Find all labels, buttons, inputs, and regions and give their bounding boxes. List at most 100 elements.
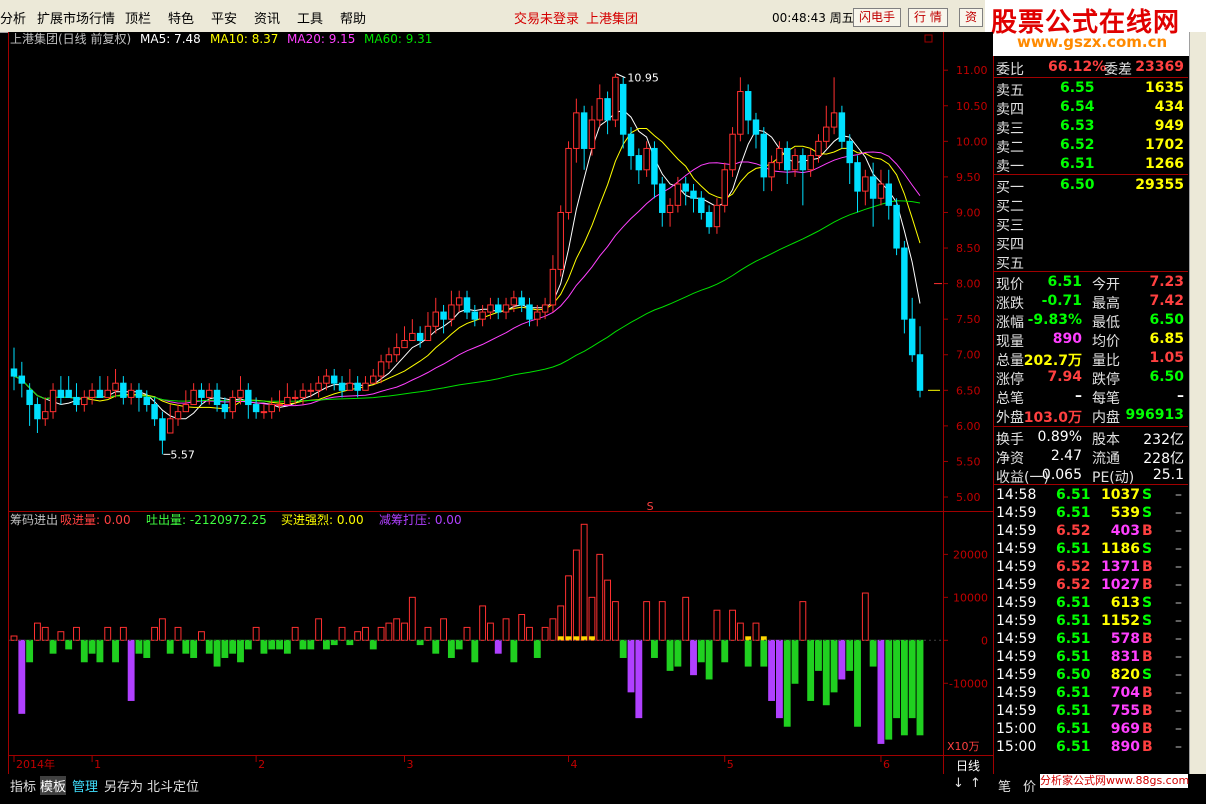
volume-bar[interactable] [666,639,674,671]
volume-bar[interactable] [760,639,768,667]
volume-bar[interactable] [705,639,713,680]
candle[interactable] [893,198,900,256]
volume-bar[interactable] [854,639,861,727]
menu-features[interactable]: 特色 [168,8,194,27]
volume-bar[interactable] [213,639,221,667]
volume-bar[interactable] [721,639,729,663]
volume-bar[interactable] [494,639,502,654]
tab-price[interactable]: 价 [1023,776,1036,795]
tab-save-as[interactable]: 另存为 [104,776,143,795]
volume-bar[interactable] [838,639,846,680]
volume-bar[interactable] [900,639,908,736]
volume-bar[interactable] [369,639,377,650]
candle[interactable] [901,240,908,334]
volume-bar[interactable] [260,639,268,654]
volume-bar[interactable] [143,639,151,658]
login-status[interactable]: 交易未登录 [514,8,579,27]
volume-bar[interactable] [627,639,635,693]
flash-trade-button[interactable]: 闪电手 [853,8,902,27]
candle[interactable] [721,162,728,213]
tab-indicator[interactable]: 指标 [10,776,36,795]
volume-bar[interactable] [276,639,283,650]
menu-help[interactable]: 帮助 [340,8,366,27]
volume-bar[interactable] [447,639,455,658]
menu-tools[interactable]: 工具 [297,8,323,27]
volume-bar[interactable] [49,639,57,654]
volume-bar[interactable] [783,639,791,727]
candle[interactable] [612,73,619,128]
down-arrow-icon[interactable]: ↓ [953,776,964,791]
volume-bar[interactable] [299,639,307,650]
tab-template[interactable]: 模板 [40,776,67,795]
candle[interactable] [729,127,736,177]
candle[interactable] [557,205,564,277]
volume-bar[interactable] [869,639,877,667]
volume-bar[interactable] [893,639,900,719]
volume-bar[interactable] [205,639,213,654]
up-arrow-icon[interactable]: ↑ [970,776,981,791]
volume-bar[interactable] [471,639,479,663]
ad-banner[interactable]: 分析家公式网www.88gs.com [1040,774,1189,788]
volume-bar[interactable] [127,639,135,701]
volume-bar[interactable] [135,639,143,654]
volume-bar[interactable] [80,639,88,663]
panel-scrollbar[interactable] [1189,32,1206,774]
volume-bar[interactable] [322,639,330,650]
volume-bar[interactable] [455,639,463,650]
volume-bar[interactable] [510,639,518,663]
volume-bar[interactable] [346,639,354,646]
volume-bar[interactable] [112,639,119,663]
volume-bar[interactable] [166,639,174,654]
volume-bar[interactable] [635,639,643,719]
volume-bar[interactable] [533,639,541,658]
volume-bar[interactable] [775,639,783,719]
volume-bar[interactable] [768,639,776,701]
quote-button[interactable]: 行 情 [908,8,948,27]
volume-bar[interactable] [690,639,697,676]
tab-ticks[interactable]: 笔 [998,776,1011,795]
volume-bar[interactable] [190,639,198,658]
info-button[interactable]: 资 [959,8,984,27]
volume-bar[interactable] [791,639,799,684]
menu-extended-market[interactable]: 扩展市场行情 [37,8,115,27]
volume-bar[interactable] [674,639,682,667]
volume-bar[interactable] [26,639,34,663]
volume-bar[interactable] [88,639,96,654]
volume-bar[interactable] [330,639,338,646]
volume-bar[interactable] [830,639,838,693]
volume-bar[interactable] [651,639,658,658]
volume-bar[interactable] [182,639,190,654]
menu-pingan[interactable]: 平安 [211,8,237,27]
kline-chart-area[interactable]: 上港集团(日线 前复权) MA5: 7.48 MA10: 8.37 MA20: 9.… [8,32,993,774]
menu-news[interactable]: 资讯 [254,8,280,27]
volume-bar[interactable] [822,639,830,706]
volume-bar[interactable] [244,639,252,650]
tab-beidou[interactable]: 北斗定位 [147,776,199,795]
volume-bar[interactable] [619,639,627,658]
volume-bar[interactable] [221,639,229,658]
volume-bar[interactable] [916,639,924,736]
period-label[interactable]: 日线 [956,759,980,773]
volume-bar[interactable] [96,639,104,663]
menu-analysis[interactable]: 分析 [0,8,26,27]
volume-bar[interactable] [815,639,822,671]
volume-bar[interactable] [268,639,276,650]
volume-bar[interactable] [416,639,424,646]
volume-bar[interactable] [432,639,440,654]
volume-bar[interactable] [283,639,291,654]
volume-bar[interactable] [237,639,244,663]
volume-bar[interactable] [307,639,315,650]
volume-bar[interactable] [885,639,893,740]
candle[interactable] [565,141,572,220]
volume-bar[interactable] [18,639,26,714]
volume-bar[interactable] [908,639,916,719]
volume-bar[interactable] [807,639,815,701]
volume-bar[interactable] [697,639,705,663]
volume-bar[interactable] [877,639,885,744]
tab-manage[interactable]: 管理 [72,776,98,795]
volume-bar[interactable] [65,639,73,650]
volume-bar[interactable] [846,639,854,671]
volume-bar[interactable] [744,639,752,667]
volume-bar[interactable] [229,639,237,654]
menu-top-bar[interactable]: 顶栏 [125,8,151,27]
